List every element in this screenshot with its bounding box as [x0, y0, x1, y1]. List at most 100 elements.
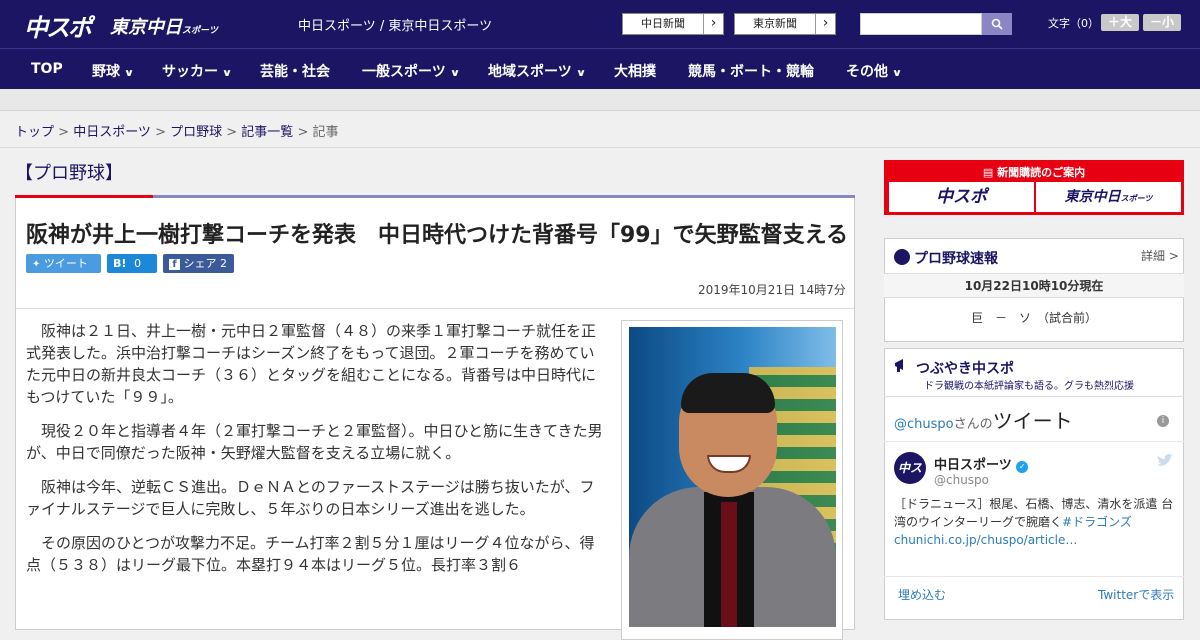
- scores-timestamp: 10月22日10時10分現在: [884, 273, 1184, 298]
- facebook-share-button[interactable]: f シェア 2: [163, 254, 234, 273]
- verified-badge-icon: ✓: [1016, 461, 1029, 473]
- tsubuyaki-subtitle: ドラ観戦の本紙評論家も語る。グラも熱烈応援: [924, 381, 1134, 392]
- nav-label: サッカー: [162, 64, 218, 80]
- divider: [884, 396, 1184, 397]
- nav-item-entertainment[interactable]: 芸能・社会: [260, 61, 330, 81]
- twitter-bird-icon: ✦: [32, 259, 41, 270]
- category-heading: 【プロ野球】: [15, 163, 123, 184]
- subscribe-tokyo-small: スポーツ: [1120, 194, 1153, 203]
- chuspo-logo[interactable]: 中スポ: [24, 8, 92, 43]
- subscribe-tokyo-chunichi[interactable]: 東京中日スポーツ: [1036, 182, 1181, 212]
- article-paragraph: 現役２０年と指導者４年（２軍打撃コーチと２軍監督）。中日ひと筋に生きてきた男が、…: [26, 422, 603, 462]
- facebook-share-label: シェア: [183, 257, 217, 270]
- embed-link[interactable]: 埋め込む: [898, 586, 946, 603]
- main-nav: TOP 野球 ∨ サッカー ∨ 芸能・社会 一般スポーツ ∨ 地域スポーツ ∨ 大相撲 …: [0, 48, 1200, 89]
- article-paragraph: 阪神は今年、逆転ＣＳ進出。ＤｅＮＡとのファーストステージは勝ち抜いたが、ファイナ…: [26, 478, 595, 518]
- newspaper-icon: ▤: [982, 166, 994, 179]
- nav-item-baseball[interactable]: 野球 ∨: [92, 61, 135, 81]
- breadcrumb-sep: >: [222, 125, 242, 140]
- nav-label: 野球: [92, 64, 120, 80]
- breadcrumb-sep: >: [150, 125, 171, 140]
- subscription-banner-heading: ▤ 新聞購読のご案内: [885, 164, 1183, 180]
- view-on-twitter-link[interactable]: Twitterで表示: [1098, 586, 1174, 603]
- chunichi-shimbun-link[interactable]: 中日新聞 ›: [622, 13, 724, 35]
- article-paragraph: その原因のひとつが攻撃力不足。チーム打率２割５分１厘はリーグ４位ながら、得点（５…: [26, 534, 595, 574]
- article-divider: [16, 308, 854, 309]
- nav-label: 芸能・社会: [260, 64, 330, 80]
- chevron-down-icon: ∨: [123, 68, 135, 79]
- search-box: [860, 13, 1012, 35]
- tokyo-logo-small: スポーツ: [182, 26, 218, 36]
- breadcrumb-link[interactable]: プロ野球: [170, 125, 222, 140]
- subscription-banner-title: 新聞購読のご案内: [997, 166, 1086, 179]
- tweets-heading-big: ツイート: [992, 409, 1073, 433]
- nav-item-regional-sports[interactable]: 地域スポーツ ∨: [488, 61, 587, 81]
- chevron-right-icon: ›: [815, 14, 835, 34]
- chunichi-link-label: 中日新聞: [641, 17, 685, 30]
- game-score-row[interactable]: 巨 － ソ （試合前）: [884, 309, 1184, 326]
- top-bar: 中スポ 東京中日スポーツ 中日スポーツ / 東京中日スポーツ 中日新聞 › 東京新…: [0, 0, 1200, 48]
- article-body: 阪神は２１日、井上一樹・元中日２軍監督（４８）の来季１軍打撃コーチ就任を正式発表…: [26, 320, 606, 588]
- facebook-count: 2: [220, 257, 227, 270]
- font-larger-button[interactable]: ＋大: [1101, 14, 1139, 31]
- nav-item-general-sports[interactable]: 一般スポーツ ∨: [362, 61, 461, 81]
- nav-item-sumo[interactable]: 大相撲: [614, 61, 656, 81]
- photo-tie: [721, 502, 737, 627]
- tokyo-shimbun-link[interactable]: 東京新聞 ›: [734, 13, 836, 35]
- subscribe-chuspo[interactable]: 中スポ: [889, 182, 1034, 212]
- hatena-icon: B!: [113, 257, 127, 270]
- tweet-label: ツイート: [43, 257, 88, 270]
- info-icon[interactable]: i: [1157, 415, 1169, 427]
- megaphone-icon: [895, 359, 903, 372]
- baseball-icon: [894, 249, 910, 265]
- tsubuyaki-title: つぶやき中スポ: [916, 361, 1014, 377]
- article-photo-frame: [621, 320, 843, 640]
- breadcrumb-link[interactable]: 中日スポーツ: [73, 125, 151, 140]
- facebook-icon: f: [169, 259, 180, 270]
- subscription-banner[interactable]: ▤ 新聞購読のご案内 中スポ 東京中日スポーツ: [884, 160, 1184, 215]
- nav-label: 大相撲: [614, 64, 656, 80]
- search-input[interactable]: [860, 13, 982, 35]
- nav-item-racing[interactable]: 競馬・ボート・競輪: [688, 61, 814, 81]
- breadcrumb-sep: >: [54, 125, 74, 140]
- twitter-bird-icon[interactable]: [1156, 454, 1173, 468]
- breadcrumb-current: 記事: [312, 125, 339, 140]
- nav-item-soccer[interactable]: サッカー ∨: [162, 61, 233, 81]
- search-button[interactable]: [982, 13, 1012, 35]
- sub-nav-strip: [0, 89, 1200, 111]
- font-smaller-button[interactable]: －小: [1143, 14, 1181, 31]
- chevron-down-icon: ∨: [891, 68, 903, 79]
- divider: [0, 147, 1200, 148]
- tweet-author-handle[interactable]: @chuspo: [934, 473, 989, 487]
- tweet-author-name[interactable]: 中日スポーツ ✓: [934, 454, 1029, 473]
- hatena-bookmark-button[interactable]: B! 0: [107, 254, 157, 273]
- scores-detail-link[interactable]: 詳細 >: [1141, 247, 1179, 264]
- chevron-down-icon: ∨: [449, 68, 461, 79]
- subscribe-tokyo-label: 東京中日: [1064, 189, 1121, 205]
- nav-label: 競馬・ボート・競輪: [688, 64, 814, 80]
- breadcrumb-link[interactable]: 記事一覧: [241, 125, 293, 140]
- nav-item-top[interactable]: TOP: [31, 61, 63, 77]
- breadcrumb: トップ > 中日スポーツ > プロ野球 > 記事一覧 > 記事: [15, 121, 339, 140]
- article-photo[interactable]: [629, 327, 836, 627]
- chevron-right-icon: ›: [703, 14, 723, 34]
- divider: [884, 441, 1184, 442]
- nav-item-other[interactable]: その他 ∨: [846, 61, 903, 81]
- tweets-heading-suffix: さんの: [953, 417, 993, 432]
- tokyo-chunichi-logo[interactable]: 東京中日スポーツ: [110, 13, 218, 39]
- tweet-share-button[interactable]: ✦ ツイート: [26, 254, 101, 273]
- avatar[interactable]: 中ス: [894, 452, 926, 484]
- divider: [884, 576, 1184, 577]
- chevron-down-icon: ∨: [575, 68, 587, 79]
- twitter-handle-link[interactable]: @chuspo: [894, 417, 954, 432]
- tokyo-logo-text: 東京中日: [110, 17, 182, 38]
- tweets-heading: @chuspoさんのツイート: [894, 405, 1073, 434]
- article-date: 2019年10月21日 14時7分: [698, 283, 846, 297]
- breadcrumb-link[interactable]: トップ: [15, 125, 54, 140]
- breadcrumb-sep: >: [293, 125, 313, 140]
- nav-label: 地域スポーツ: [488, 64, 572, 80]
- nav-label: 一般スポーツ: [362, 64, 446, 80]
- photo-hair: [681, 373, 775, 413]
- tokyo-link-label: 東京新聞: [753, 17, 797, 30]
- chevron-down-icon: ∨: [221, 68, 233, 79]
